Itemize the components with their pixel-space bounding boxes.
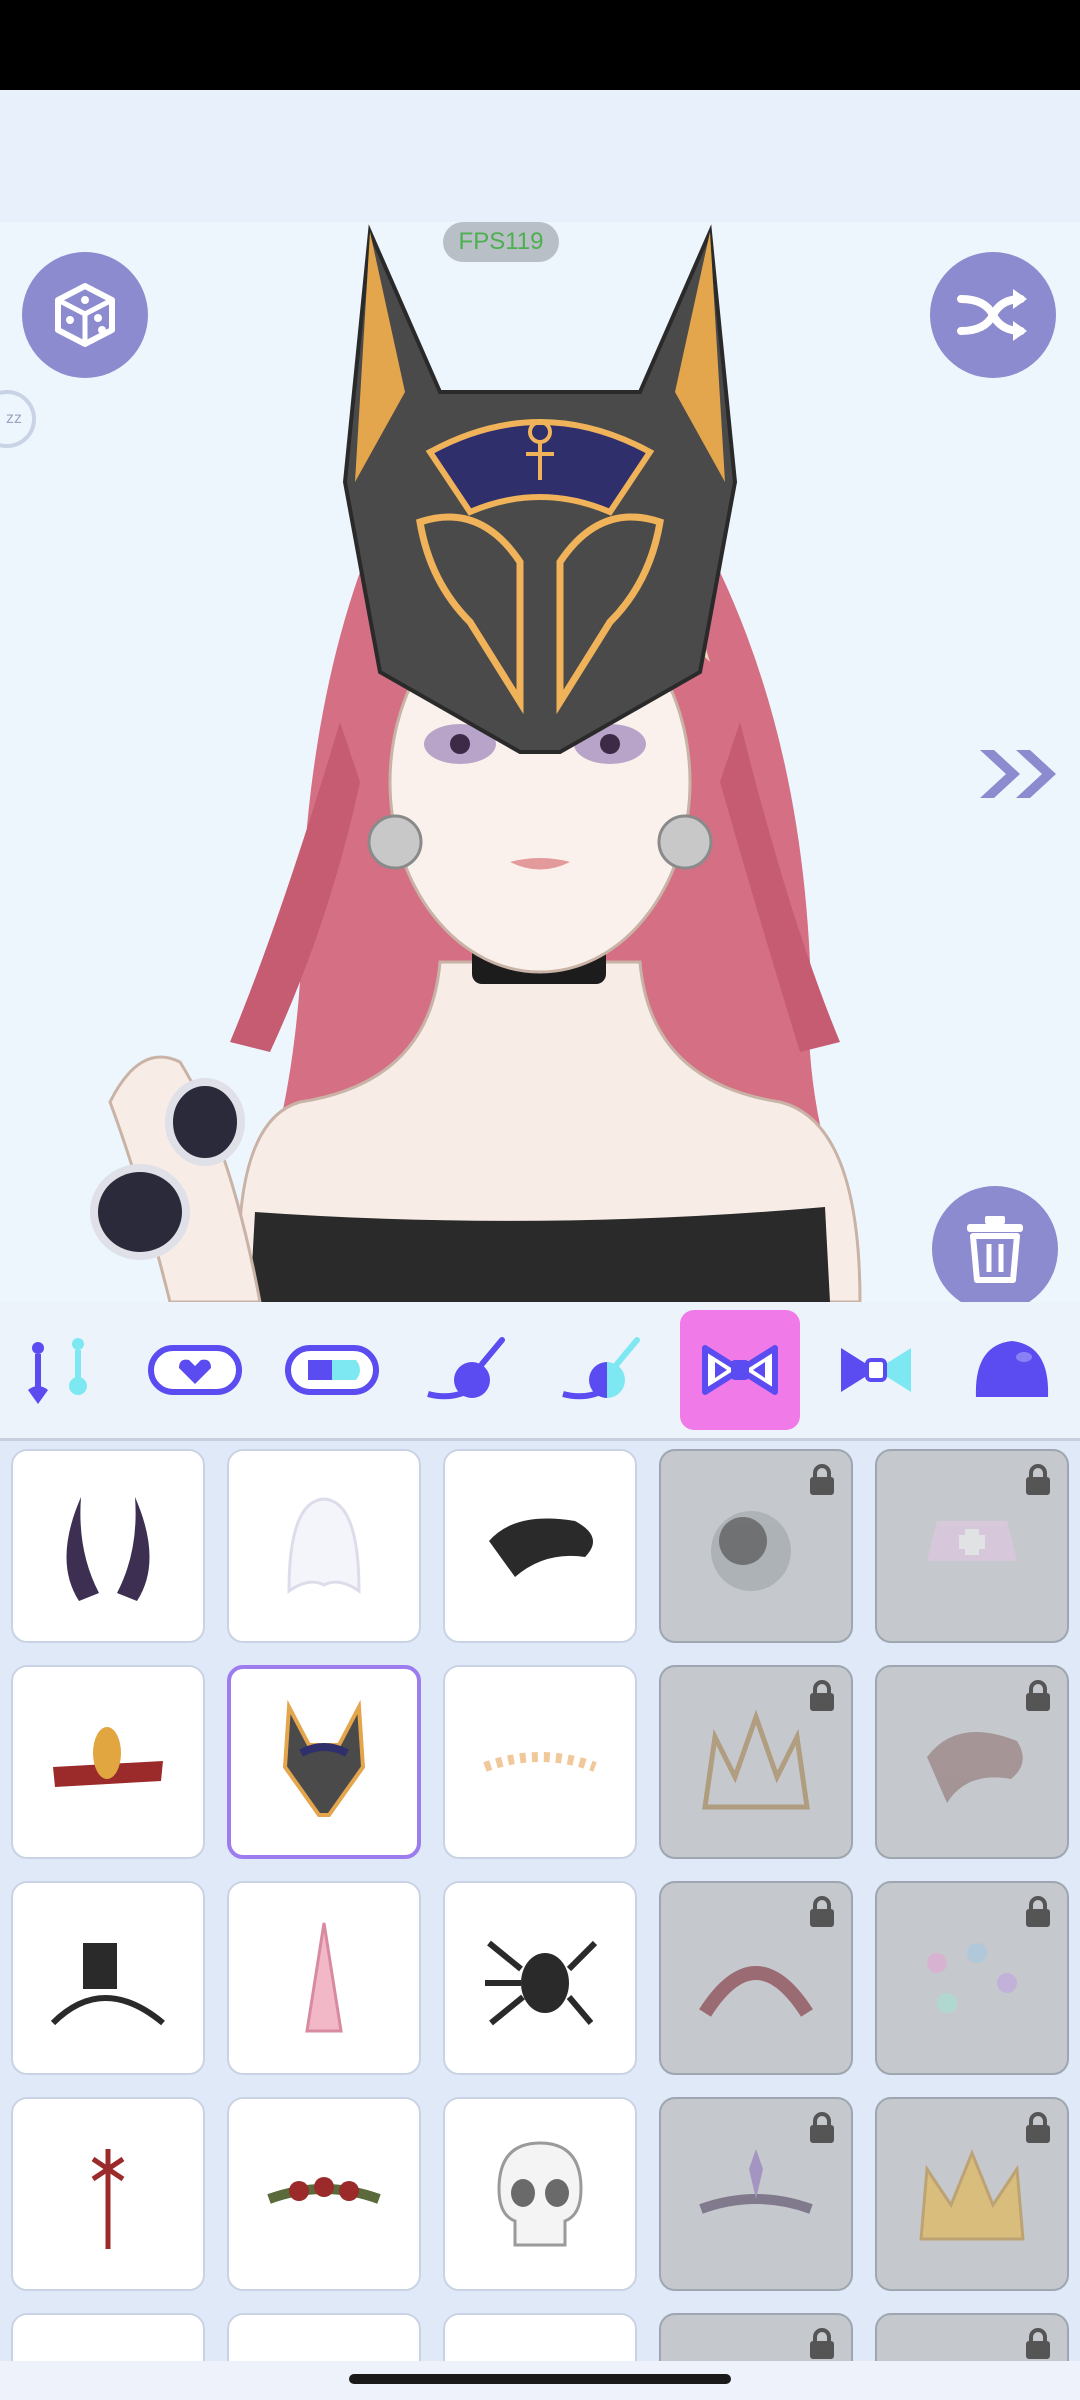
gold-crown-icon [919, 2148, 1025, 2241]
blob-icon [975, 1341, 1049, 1397]
item-partial-5[interactable] [875, 2313, 1069, 2361]
skull-icon [497, 2141, 583, 2247]
ribbon-icon [91, 2149, 125, 2249]
item-partial-4[interactable] [659, 2313, 853, 2361]
lace-headband-icon [699, 1966, 813, 2017]
item-cobra-crown[interactable] [11, 1665, 205, 1859]
category-pendant[interactable] [405, 1310, 525, 1430]
item-grid [0, 1441, 1080, 2361]
side-tab-label: zz [6, 410, 22, 427]
category-bow[interactable] [816, 1310, 936, 1430]
lock-icon [810, 2328, 834, 2359]
beret-icon [489, 1518, 593, 1577]
top-band [0, 90, 1080, 222]
avatar-illustration [90, 224, 862, 1302]
item-crystal-tiara[interactable] [659, 2097, 853, 2291]
item-rook-headband[interactable] [11, 1881, 205, 2075]
avatar-stage: FPS119 zz [0, 222, 1080, 1302]
item-anubis-mask[interactable] [227, 1665, 421, 1859]
category-headwear[interactable] [680, 1310, 800, 1430]
crown-outline-icon [702, 1709, 810, 1810]
item-white-veil[interactable] [227, 1449, 421, 1643]
floral-tiara-icon [483, 1752, 597, 1772]
bow-clips-icon [927, 1943, 1017, 2013]
fps-counter: FPS119 [443, 222, 559, 262]
category-half-mask[interactable] [272, 1310, 392, 1430]
trash-icon [967, 1216, 1023, 1283]
anubis-mask-icon [282, 1699, 366, 1817]
rook-headband-icon [50, 1943, 165, 2026]
item-gold-crown[interactable] [875, 2097, 1069, 2291]
category-bar [0, 1302, 1080, 1438]
veil-hat-icon [711, 1511, 791, 1591]
delete-button[interactable] [932, 1186, 1058, 1302]
category-earrings[interactable] [0, 1310, 120, 1430]
category-pendant-alt[interactable] [540, 1310, 660, 1430]
cobra-crown-icon [53, 1727, 163, 1787]
item-black-beret[interactable] [443, 1449, 637, 1643]
randomize-button[interactable] [22, 252, 148, 378]
plaid-beret-icon [927, 1732, 1023, 1803]
item-nurse-cap[interactable] [875, 1449, 1069, 1643]
heart-mask-icon [148, 1345, 242, 1395]
item-bow-clips[interactable] [875, 1881, 1069, 2075]
dice-icon [55, 283, 115, 347]
earring-icon [28, 1338, 87, 1404]
rose-wreath-icon [267, 2177, 381, 2204]
home-indicator[interactable] [349, 2374, 731, 2384]
item-gold-crown-outline[interactable] [659, 1665, 853, 1859]
next-page-button[interactable] [976, 744, 1066, 809]
item-spider-clip[interactable] [443, 1881, 637, 2075]
item-floral-tiara[interactable] [443, 1665, 637, 1859]
item-ribbon-lace[interactable] [11, 2097, 205, 2291]
item-veil-hat[interactable] [659, 1449, 853, 1643]
unicorn-horn-icon [305, 1922, 343, 2033]
crystal-tiara-icon [699, 2149, 813, 2214]
item-partial-3[interactable] [443, 2313, 637, 2361]
item-partial-1[interactable] [11, 2313, 205, 2361]
nurse-cap-icon [927, 1521, 1017, 1561]
item-unicorn-horn[interactable] [227, 1881, 421, 2075]
item-skull-mask[interactable] [443, 2097, 637, 2291]
item-rose-wreath[interactable] [227, 2097, 421, 2291]
horns-icon [66, 1497, 150, 1601]
half-mask-icon [285, 1345, 379, 1395]
item-plaid-beret[interactable] [875, 1665, 1069, 1859]
item-lace-headband[interactable] [659, 1881, 853, 2075]
lock-icon [1026, 2328, 1050, 2359]
chevron-double-right-icon [980, 750, 1056, 798]
bow-icon [702, 1345, 778, 1395]
item-horns[interactable] [11, 1449, 205, 1643]
item-partial-2[interactable] [227, 2313, 421, 2361]
category-eye-mask[interactable] [135, 1310, 255, 1430]
pendant-icon [427, 1337, 505, 1400]
spider-icon [485, 1940, 598, 2026]
status-bar [0, 0, 1080, 90]
pendant-half-icon [562, 1337, 640, 1400]
category-blob[interactable] [952, 1310, 1072, 1430]
bow-half-icon [841, 1348, 911, 1392]
veil-icon [287, 1497, 361, 1594]
shuffle-icon [957, 289, 1027, 341]
shuffle-button[interactable] [930, 252, 1056, 378]
